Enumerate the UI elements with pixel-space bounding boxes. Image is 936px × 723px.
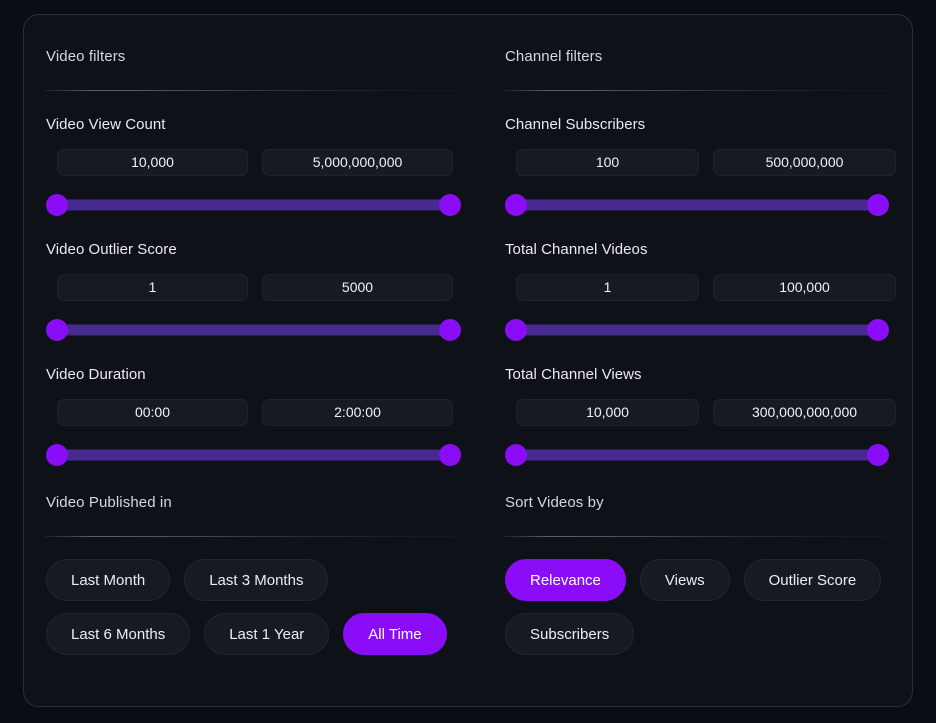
slider-thumb-max[interactable]: [867, 194, 889, 216]
sort-videos-by-section: Sort Videos by Relevance Views Outlier S…: [504, 493, 890, 655]
video-filters-divider: [45, 90, 462, 91]
slider-fill: [56, 200, 451, 211]
filter-inputs-row: [504, 149, 890, 176]
filter-video-duration: Video Duration: [45, 365, 462, 466]
video-duration-min-input[interactable]: [57, 399, 248, 426]
filter-label: Video View Count: [45, 115, 462, 135]
video-published-in-section: Video Published in Last Month Last 3 Mon…: [45, 493, 462, 655]
filter-inputs-row: [45, 399, 462, 426]
filter-inputs-row: [504, 274, 890, 301]
slider-thumb-min[interactable]: [505, 444, 527, 466]
sort-option-outlier-score[interactable]: Outlier Score: [744, 559, 882, 601]
video-filters-title: Video filters: [45, 47, 462, 67]
channel-subscribers-max-input[interactable]: [713, 149, 896, 176]
slider-thumb-min[interactable]: [46, 444, 68, 466]
channel-filters-divider: [504, 90, 890, 91]
slider-fill: [56, 450, 451, 461]
filters-page: Video filters Video View Count: [0, 0, 936, 723]
slider-thumb-min[interactable]: [505, 194, 527, 216]
channel-subscribers-min-input[interactable]: [516, 149, 699, 176]
published-option-last-1-year[interactable]: Last 1 Year: [204, 613, 329, 655]
slider-thumb-max[interactable]: [439, 319, 461, 341]
slider-thumb-min[interactable]: [46, 319, 68, 341]
sort-videos-by-title: Sort Videos by: [504, 493, 890, 513]
filter-inputs-row: [45, 149, 462, 176]
slider-thumb-max[interactable]: [867, 444, 889, 466]
slider-thumb-min[interactable]: [505, 319, 527, 341]
total-channel-videos-max-input[interactable]: [713, 274, 896, 301]
total-channel-videos-min-input[interactable]: [516, 274, 699, 301]
slider-thumb-max[interactable]: [439, 194, 461, 216]
video-duration-max-input[interactable]: [262, 399, 453, 426]
filter-label: Video Duration: [45, 365, 462, 385]
filter-label: Total Channel Videos: [504, 240, 890, 260]
filter-total-channel-videos: Total Channel Videos: [504, 240, 890, 341]
filter-inputs-row: [504, 399, 890, 426]
sort-videos-by-divider: [504, 536, 890, 537]
filter-inputs-row: [45, 274, 462, 301]
filter-video-outlier-score: Video Outlier Score: [45, 240, 462, 341]
sort-option-subscribers[interactable]: Subscribers: [505, 613, 634, 655]
sort-option-views[interactable]: Views: [640, 559, 730, 601]
video-view-count-max-input[interactable]: [262, 149, 453, 176]
total-channel-views-min-input[interactable]: [516, 399, 699, 426]
total-channel-videos-range-slider[interactable]: [505, 319, 889, 341]
channel-subscribers-range-slider[interactable]: [505, 194, 889, 216]
video-outlier-score-min-input[interactable]: [57, 274, 248, 301]
filter-channel-subscribers: Channel Subscribers: [504, 115, 890, 216]
video-duration-range-slider[interactable]: [46, 444, 461, 466]
video-published-in-title: Video Published in: [45, 493, 462, 513]
published-option-last-3-months[interactable]: Last 3 Months: [184, 559, 328, 601]
video-filters-column: Video filters Video View Count: [24, 47, 482, 706]
total-channel-views-max-input[interactable]: [713, 399, 896, 426]
slider-thumb-max[interactable]: [439, 444, 461, 466]
video-outlier-score-max-input[interactable]: [262, 274, 453, 301]
slider-fill: [515, 325, 879, 336]
slider-thumb-min[interactable]: [46, 194, 68, 216]
channel-filters-column: Channel filters Channel Subscribers: [482, 47, 912, 706]
video-outlier-score-range-slider[interactable]: [46, 319, 461, 341]
filter-label: Total Channel Views: [504, 365, 890, 385]
slider-fill: [515, 200, 879, 211]
video-view-count-range-slider[interactable]: [46, 194, 461, 216]
filters-card: Video filters Video View Count: [23, 14, 913, 707]
filter-label: Channel Subscribers: [504, 115, 890, 135]
slider-fill: [56, 325, 451, 336]
published-option-last-6-months[interactable]: Last 6 Months: [46, 613, 190, 655]
channel-filters-title: Channel filters: [504, 47, 890, 67]
video-published-in-divider: [45, 536, 462, 537]
published-option-all-time[interactable]: All Time: [343, 613, 446, 655]
slider-fill: [515, 450, 879, 461]
video-published-in-options: Last Month Last 3 Months Last 6 Months L…: [45, 559, 462, 655]
total-channel-views-range-slider[interactable]: [505, 444, 889, 466]
slider-thumb-max[interactable]: [867, 319, 889, 341]
published-option-last-month[interactable]: Last Month: [46, 559, 170, 601]
filter-label: Video Outlier Score: [45, 240, 462, 260]
filters-columns: Video filters Video View Count: [24, 15, 912, 706]
sort-option-relevance[interactable]: Relevance: [505, 559, 626, 601]
filter-video-view-count: Video View Count: [45, 115, 462, 216]
video-view-count-min-input[interactable]: [57, 149, 248, 176]
filter-total-channel-views: Total Channel Views: [504, 365, 890, 466]
sort-videos-by-options: Relevance Views Outlier Score Subscriber…: [504, 559, 890, 655]
